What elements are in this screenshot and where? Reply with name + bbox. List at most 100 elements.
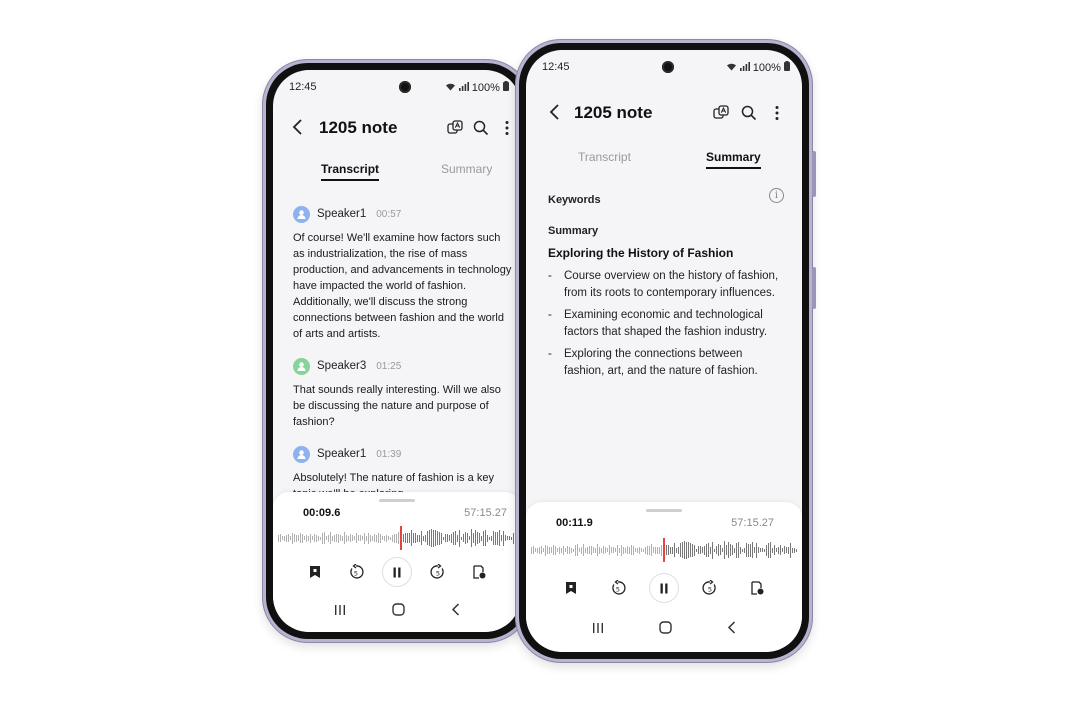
tab-summary[interactable]: Summary — [706, 150, 761, 169]
tab-bar: Transcript Summary — [526, 150, 802, 174]
search-icon[interactable] — [471, 118, 491, 138]
playback-panel: 00:11.9 57:15.27 5 5 — [526, 502, 802, 652]
waveform-bar — [348, 535, 350, 541]
speaker-row: Speaker3 01:25 — [293, 356, 513, 376]
waveform-bar — [362, 536, 364, 540]
drag-handle[interactable] — [379, 499, 415, 502]
info-icon[interactable]: i — [769, 188, 784, 203]
waveform-bar — [539, 546, 541, 554]
recents-icon[interactable] — [592, 621, 604, 639]
waveform-bar — [553, 545, 555, 555]
pause-icon — [393, 567, 401, 577]
back-icon[interactable] — [548, 103, 560, 125]
waveform-bar — [627, 546, 629, 554]
list-item: - Examining economic and technological fa… — [548, 307, 784, 341]
speaker-name: Speaker1 — [317, 208, 367, 220]
waveform[interactable] — [273, 526, 521, 550]
back-icon[interactable] — [291, 118, 303, 140]
waveform-bar — [675, 547, 677, 553]
home-icon[interactable] — [659, 621, 672, 639]
waveform-bar — [448, 535, 450, 541]
waveform-bar — [729, 544, 731, 556]
waveform-bar — [641, 548, 643, 552]
waveform-bar — [410, 530, 412, 546]
playhead-cursor[interactable] — [663, 538, 665, 562]
bullet-marker: - — [548, 270, 552, 282]
waveform-bar — [715, 546, 717, 554]
waveform-bar — [589, 546, 591, 554]
waveform-bar — [486, 534, 488, 542]
waveform-bar — [512, 532, 514, 544]
back-nav-icon[interactable] — [727, 621, 736, 639]
waveform-bar — [378, 533, 380, 543]
waveform-bar — [749, 543, 751, 557]
pause-button[interactable] — [381, 557, 412, 587]
bullet-text: Exploring the connections between fashio… — [564, 348, 758, 377]
waveform-bar — [450, 533, 452, 543]
forward-5-icon[interactable]: 5 — [423, 557, 453, 587]
bookmark-icon[interactable] — [300, 557, 330, 587]
bookmark-icon[interactable] — [556, 573, 586, 603]
rewind-5-icon[interactable]: 5 — [603, 573, 633, 603]
waveform-bar — [777, 546, 779, 554]
waveform-bar — [386, 534, 388, 542]
note-add-icon[interactable] — [464, 557, 494, 587]
waveform-bar — [779, 545, 781, 555]
forward-5-icon[interactable]: 5 — [695, 573, 725, 603]
waveform-bar — [356, 533, 358, 543]
playback-panel: 00:09.6 57:15.27 5 5 — [273, 492, 521, 632]
waveform-bar — [408, 533, 410, 543]
waveform-bar — [380, 533, 382, 543]
translate-icon[interactable] — [445, 118, 465, 138]
waveform-bar — [767, 542, 769, 558]
waveform-bar — [567, 546, 569, 554]
page-title: 1205 note — [574, 103, 653, 122]
speaker-name: Speaker1 — [317, 448, 367, 460]
rewind-5-icon[interactable]: 5 — [341, 557, 371, 587]
more-vert-icon[interactable] — [497, 118, 517, 138]
phone-right-bezel: 12:45 100% 1205 note Transcript Summary … — [519, 43, 809, 659]
speaker-timestamp[interactable]: 01:25 — [376, 361, 401, 372]
waveform-bar — [573, 548, 575, 552]
speaker-timestamp[interactable]: 01:39 — [376, 449, 401, 460]
playhead-cursor[interactable] — [400, 526, 402, 550]
speaker-timestamp[interactable]: 00:57 — [376, 209, 401, 220]
waveform-bar — [587, 546, 589, 554]
pause-button[interactable] — [648, 573, 679, 603]
waveform-bar — [304, 536, 306, 540]
waveform-bar — [434, 530, 436, 546]
waveform[interactable] — [526, 538, 802, 562]
waveform-bar — [306, 534, 308, 542]
waveform-bar — [442, 536, 444, 540]
waveform-bar — [781, 548, 783, 552]
waveform-bar — [563, 545, 565, 555]
waveform-bar — [535, 548, 537, 552]
recents-icon[interactable] — [334, 603, 346, 621]
tab-summary[interactable]: Summary — [441, 162, 492, 179]
waveform-bar — [412, 533, 414, 543]
waveform-bar — [278, 534, 280, 542]
waveform-bar — [555, 545, 557, 555]
waveform-bar — [669, 546, 671, 554]
waveform-bar — [404, 533, 406, 543]
waveform-bar — [597, 544, 599, 556]
translate-icon[interactable] — [711, 103, 731, 123]
tab-transcript[interactable]: Transcript — [578, 150, 631, 167]
home-icon[interactable] — [392, 603, 405, 621]
waveform-bar — [619, 547, 621, 553]
search-icon[interactable] — [739, 103, 759, 123]
status-icons: 100% — [445, 81, 509, 94]
waveform-bar — [721, 548, 723, 552]
note-add-icon[interactable] — [742, 573, 772, 603]
waveform-bar — [328, 534, 330, 542]
waveform-bar — [531, 546, 533, 554]
waveform-bar — [659, 546, 661, 554]
waveform-bar — [296, 534, 298, 542]
svg-text:5: 5 — [354, 569, 358, 577]
tab-transcript[interactable]: Transcript — [321, 162, 380, 181]
drag-handle[interactable] — [646, 509, 682, 512]
more-vert-icon[interactable] — [767, 103, 787, 123]
waveform-bar — [651, 544, 653, 556]
waveform-bar — [593, 547, 595, 553]
back-nav-icon[interactable] — [451, 603, 460, 621]
